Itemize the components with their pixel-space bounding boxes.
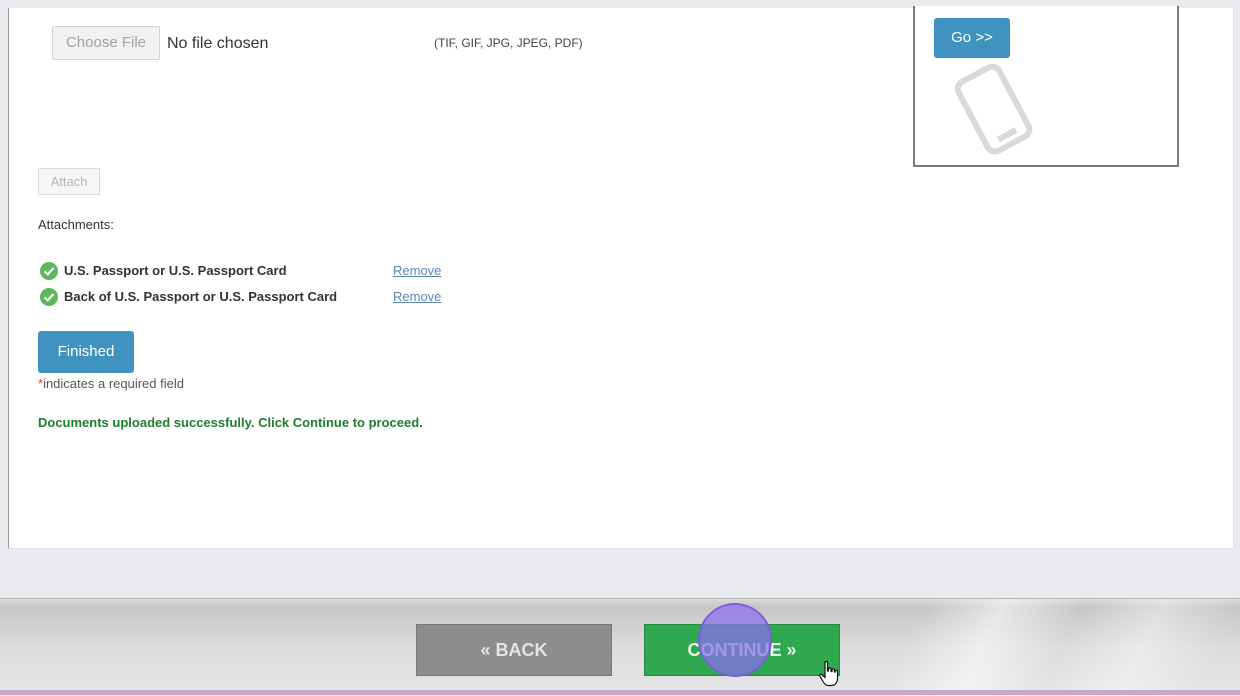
attachments-label: Attachments: <box>38 217 114 232</box>
back-button[interactable]: « BACK <box>416 624 612 676</box>
attachment-name: Back of U.S. Passport or U.S. Passport C… <box>64 289 338 304</box>
footer-decoration <box>780 599 1240 696</box>
check-circle-icon <box>40 262 58 280</box>
finished-button[interactable]: Finished <box>38 331 134 373</box>
phone-icon <box>954 63 1033 155</box>
required-field-note: *indicates a required field <box>38 376 184 391</box>
choose-file-button[interactable]: Choose File <box>52 26 160 60</box>
file-status: No file chosen <box>167 35 269 52</box>
bottom-strip <box>0 690 1240 695</box>
attach-button[interactable]: Attach <box>38 168 100 195</box>
required-text: indicates a required field <box>43 376 184 391</box>
mobile-upload-box: Go >> <box>913 6 1179 167</box>
go-button[interactable]: Go >> <box>934 18 1010 58</box>
upload-panel: Choose File No file chosen (TIF, GIF, JP… <box>8 6 1234 549</box>
footer-nav-bar <box>0 598 1240 696</box>
remove-link[interactable]: Remove <box>393 263 441 278</box>
remove-link[interactable]: Remove <box>393 289 441 304</box>
check-circle-icon <box>40 288 58 306</box>
success-message: Documents uploaded successfully. Click C… <box>38 415 423 430</box>
hand-cursor-icon <box>819 660 839 687</box>
accepted-formats: (TIF, GIF, JPG, JPEG, PDF) <box>434 36 583 50</box>
attachment-name: U.S. Passport or U.S. Passport Card <box>64 263 287 278</box>
click-indicator <box>698 603 772 677</box>
